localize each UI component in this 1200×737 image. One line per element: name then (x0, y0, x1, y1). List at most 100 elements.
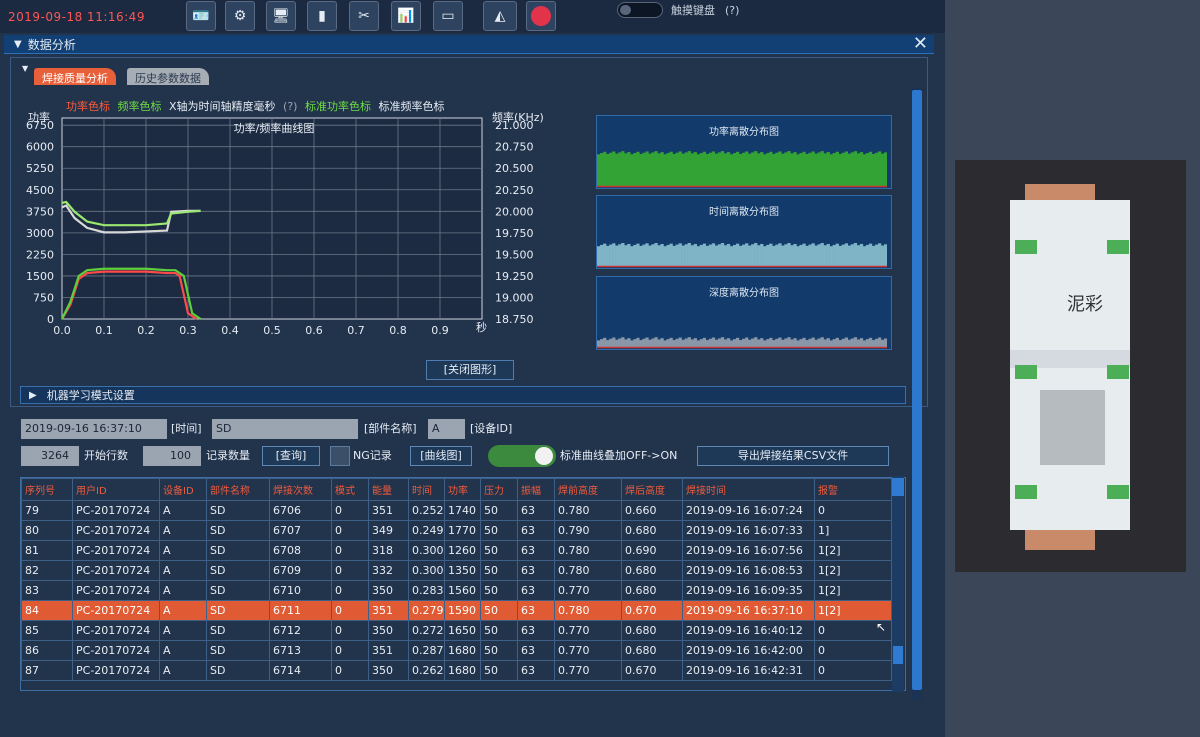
dist-bar (784, 338, 788, 347)
table-scrollbar[interactable] (892, 476, 904, 692)
column-header[interactable]: 部件名称 (206, 478, 270, 501)
column-header[interactable]: 焊前高度 (554, 478, 622, 501)
column-header[interactable]: 模式 (331, 478, 369, 501)
bottle-icon[interactable]: ▮ (307, 1, 337, 31)
table-row[interactable]: 82 PC-20170724 A SD 6709 0 332 0.300 1350 50 63 0.7… (21, 560, 892, 581)
record-count-field[interactable]: 100 (143, 446, 201, 466)
column-header[interactable]: 焊后高度 (621, 478, 683, 501)
table-cell: SD (206, 580, 270, 601)
dist-bar (808, 244, 812, 266)
column-header[interactable]: 用户ID (72, 478, 160, 501)
expand-triangle-icon[interactable]: ▶ (29, 390, 37, 401)
column-header[interactable]: 焊接次数 (269, 478, 332, 501)
dist-bar (678, 243, 682, 266)
table-cell: 0 (814, 640, 892, 661)
column-header[interactable]: 焊接时间 (682, 478, 815, 501)
dist-bar (660, 152, 664, 186)
datetime-field[interactable]: 2019-09-16 16:37:10 (21, 419, 167, 439)
table-row[interactable]: 83 PC-20170724 A SD 6710 0 350 0.283 1560 50 63 0.7… (21, 580, 892, 601)
dist-bar (705, 245, 710, 266)
table-cell: 0.780 (554, 560, 622, 581)
dist-bar (597, 246, 601, 266)
keyboard-switch[interactable] (617, 2, 663, 18)
dist-bar (738, 245, 743, 266)
dist-bar (799, 339, 803, 347)
id-card-icon[interactable]: 🪪 (186, 1, 216, 31)
pane-toggle-icon[interactable]: ▼ (22, 64, 28, 73)
dist-bar (663, 154, 667, 186)
ml-settings-row[interactable]: ▶ 机器学习模式设置 (20, 386, 906, 404)
column-header[interactable]: 振幅 (517, 478, 555, 501)
bar-chart-icon[interactable]: 📊 (391, 1, 421, 31)
y-tick-label: 3000 (26, 227, 54, 240)
table-row[interactable]: 80 PC-20170724 A SD 6707 0 349 0.249 1770 50 63 0.7… (21, 520, 892, 541)
x-tick-label: 0.9 (431, 324, 449, 337)
tools-icon[interactable]: ✂ (349, 1, 379, 31)
table-row[interactable]: 81 PC-20170724 A SD 6708 0 318 0.300 1260 50 63 0.7… (21, 540, 892, 561)
dist-bar (723, 153, 728, 186)
column-header[interactable]: 能量 (368, 478, 409, 501)
stop-icon[interactable] (526, 1, 556, 31)
dist-bar (696, 340, 701, 347)
table-row[interactable]: 84 PC-20170724 A SD 6711 0 351 0.279 1590 50 63 0.7… (21, 600, 892, 621)
brand-icon[interactable]: ◭ (483, 1, 517, 31)
column-header[interactable]: 功率 (444, 478, 481, 501)
keyboard-toggle[interactable]: 触摸键盘 (?) (617, 2, 739, 18)
column-header[interactable]: 时间 (408, 478, 445, 501)
query-button[interactable]: [查询] (262, 446, 320, 466)
tab-quality-analysis[interactable]: 焊接质量分析 (34, 68, 116, 85)
part-name-field[interactable]: SD (212, 419, 358, 439)
dist-bar (636, 337, 640, 347)
overlay-toggle[interactable] (488, 445, 556, 467)
close-icon[interactable]: ✕ (913, 33, 928, 54)
column-header[interactable]: 压力 (480, 478, 518, 501)
ng-label: NG记录 (353, 449, 392, 462)
time-label: [时间] (171, 422, 202, 435)
screen-icon[interactable]: 🖥 (266, 1, 296, 31)
dist-bar (657, 339, 661, 347)
start-row-field[interactable]: 3264 (21, 446, 79, 466)
dist-bar (826, 152, 830, 186)
device-id-field[interactable]: A (428, 419, 465, 439)
table-row[interactable]: 79 PC-20170724 A SD 6706 0 351 0.252 1740 50 63 0.7… (21, 500, 892, 521)
panel-scroll-thumb[interactable] (912, 90, 922, 690)
card-icon[interactable]: ▭ (433, 1, 463, 31)
dist-bar (823, 153, 827, 186)
table-cell: 0 (331, 600, 369, 621)
dist-bar (714, 153, 719, 186)
panel-scrollbar[interactable] (912, 88, 922, 700)
dist-bar (705, 154, 710, 186)
table-row[interactable]: 87 PC-20170724 A SD 6714 0 350 0.262 1680 50 63 0.7… (21, 660, 892, 681)
dist-bar (654, 151, 658, 186)
dist-bar (820, 151, 824, 186)
curve-button[interactable]: [曲线图] (410, 446, 472, 466)
dist-bar (666, 153, 670, 186)
tab-history-params[interactable]: 历史参数数据 (127, 68, 209, 85)
column-header[interactable]: 序列号 (21, 478, 73, 501)
dist-bar (651, 338, 655, 347)
scroll-up-button[interactable] (892, 478, 904, 496)
table-row[interactable]: 86 PC-20170724 A SD 6713 0 351 0.287 1680 50 63 0.7… (21, 640, 892, 661)
dist-bar (835, 151, 839, 186)
gauge-icon[interactable]: ⚙ (225, 1, 255, 31)
chart-svg: 07501500225030003750450052506000675018.7… (26, 110, 544, 337)
dist-bar (856, 245, 861, 266)
y-tick-label: 2250 (26, 248, 54, 261)
collapse-triangle-icon[interactable]: ▼ (14, 39, 22, 50)
dist-bar (841, 338, 846, 347)
column-header[interactable]: 设备ID (159, 478, 207, 501)
keyboard-help[interactable]: (?) (725, 4, 739, 17)
scroll-thumb[interactable] (893, 646, 903, 664)
table-row[interactable]: 85 PC-20170724 A SD 6712 0 350 0.272 1650 50 63 0.7… (21, 620, 892, 641)
dist-bar (678, 337, 682, 347)
table-cell: 0.770 (554, 660, 622, 681)
ng-checkbox[interactable] (330, 446, 350, 466)
column-header[interactable]: 报警 (814, 478, 892, 501)
close-chart-button[interactable]: [关闭图形] (426, 360, 514, 380)
dist-bar (639, 245, 643, 266)
table-cell: 63 (517, 660, 555, 681)
dist-bar (627, 152, 631, 186)
export-csv-button[interactable]: 导出焊接结果CSV文件 (697, 446, 889, 466)
dist-bar (711, 243, 716, 266)
dist-bar (802, 243, 806, 266)
